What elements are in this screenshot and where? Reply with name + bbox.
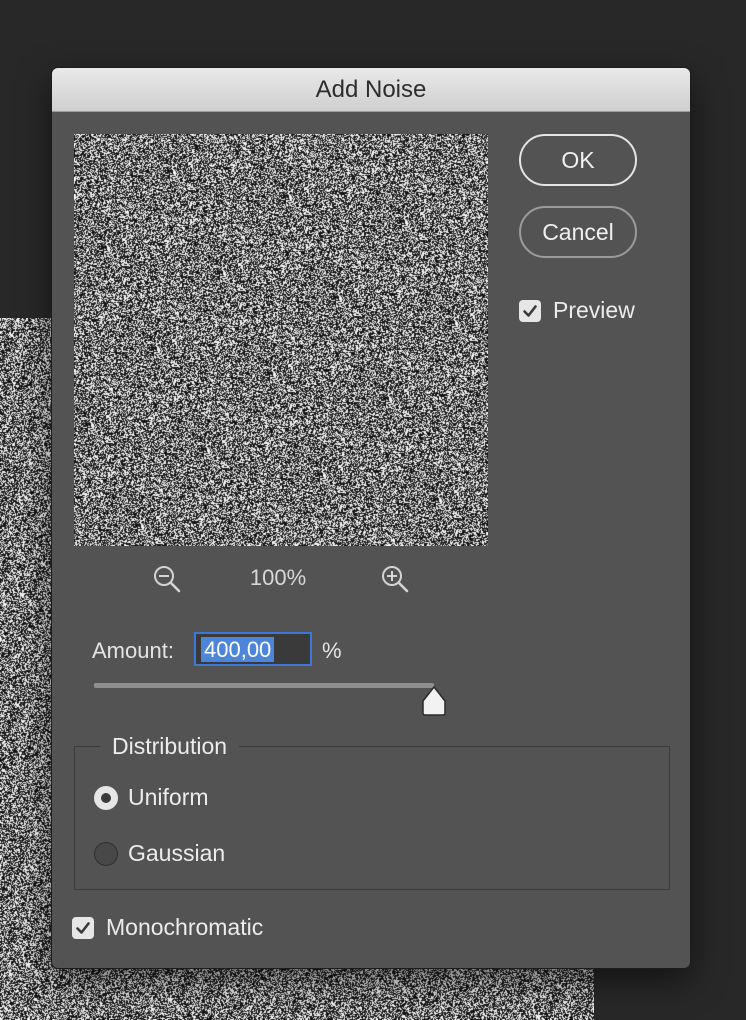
- uniform-radio[interactable]: [94, 786, 118, 810]
- amount-slider-thumb[interactable]: [421, 686, 447, 716]
- monochromatic-label: Monochromatic: [106, 914, 264, 940]
- preview-checkbox[interactable]: [519, 300, 541, 322]
- zoom-in-icon[interactable]: [380, 564, 410, 594]
- noise-preview[interactable]: [74, 134, 488, 546]
- ok-button[interactable]: OK: [519, 134, 637, 186]
- amount-value: 400,00: [201, 637, 275, 662]
- zoom-level: 100%: [249, 565, 307, 590]
- dialog-title: Add Noise: [52, 68, 690, 112]
- monochromatic-checkbox[interactable]: [72, 917, 94, 939]
- gaussian-radio[interactable]: [94, 842, 118, 866]
- distribution-title: Distribution: [100, 733, 240, 760]
- amount-unit: %: [322, 638, 342, 663]
- distribution-group: [74, 746, 670, 890]
- amount-input[interactable]: 400,00: [194, 632, 312, 666]
- gaussian-label[interactable]: Gaussian: [128, 840, 225, 867]
- cancel-button[interactable]: Cancel: [519, 206, 637, 258]
- preview-label: Preview: [553, 297, 635, 323]
- amount-slider-fill: [94, 683, 434, 688]
- amount-label: Amount:: [92, 638, 174, 663]
- amount-slider-track[interactable]: [94, 683, 434, 688]
- add-noise-dialog: Add Noise OK Cancel Preview 100% Amount:…: [52, 68, 690, 968]
- checkmark-icon: [523, 305, 537, 317]
- checkmark-icon: [76, 922, 90, 934]
- zoom-out-icon[interactable]: [152, 564, 182, 594]
- uniform-label[interactable]: Uniform: [128, 784, 209, 811]
